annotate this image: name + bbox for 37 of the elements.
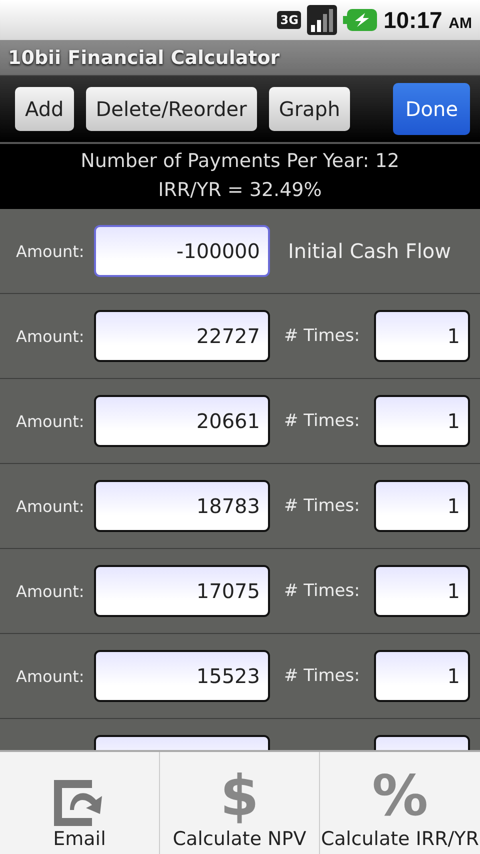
done-button[interactable]: Done <box>393 83 470 135</box>
toolbar-button[interactable]: Delete/Reorder <box>86 87 257 131</box>
amount-label: Amount: <box>16 326 86 346</box>
clock: 10:17 AM <box>383 6 472 34</box>
times-label: # Times: <box>284 666 361 686</box>
amount-label: Amount: <box>16 496 86 516</box>
amount-label: Amount: <box>16 412 86 430</box>
signal-icon <box>307 5 338 35</box>
amount-label: Amount: <box>16 242 86 260</box>
info-text: IRR/YR = 32.49% <box>158 178 322 203</box>
toolbar-button[interactable]: Graph <box>268 87 350 131</box>
toolbar-button[interactable]: Add <box>15 87 74 131</box>
initial-cash-flow-label: Initial Cash Flow <box>288 239 452 263</box>
amount-field[interactable]: 17075 <box>94 565 270 617</box>
times-label: # Times: <box>284 411 361 431</box>
amount-field[interactable]: 20661 <box>94 395 270 447</box>
amount-field[interactable]: -100000 <box>94 225 270 277</box>
times-field[interactable]: 1 <box>374 310 470 362</box>
menu-item[interactable]: Email <box>0 752 160 854</box>
times-field[interactable]: 1 <box>374 565 470 617</box>
amount-field[interactable]: 15523 <box>94 650 270 702</box>
app-title: 10bii Financial Calculator <box>0 40 480 75</box>
network-type: 3G <box>277 11 302 29</box>
battery-charging-icon <box>343 9 378 31</box>
amount-field[interactable]: 22727 <box>94 310 270 362</box>
times-field[interactable]: 1 <box>374 395 470 447</box>
times-label: # Times: <box>284 496 361 516</box>
menu-item[interactable]: % Calculate IRR/YR <box>320 752 480 854</box>
amount-field[interactable]: 18783 <box>94 480 270 532</box>
times-label: # Times: <box>284 326 361 346</box>
menu-item[interactable]: $ Calculate NPV <box>160 752 320 854</box>
times-field[interactable]: 1 <box>374 480 470 532</box>
amount-label: Amount: <box>16 582 86 600</box>
info-text: Number of Payments Per Year: 12 <box>80 149 400 174</box>
times-field[interactable]: 1 <box>374 650 470 702</box>
amount-label: Amount: <box>16 666 86 686</box>
times-label: # Times: <box>284 581 361 601</box>
